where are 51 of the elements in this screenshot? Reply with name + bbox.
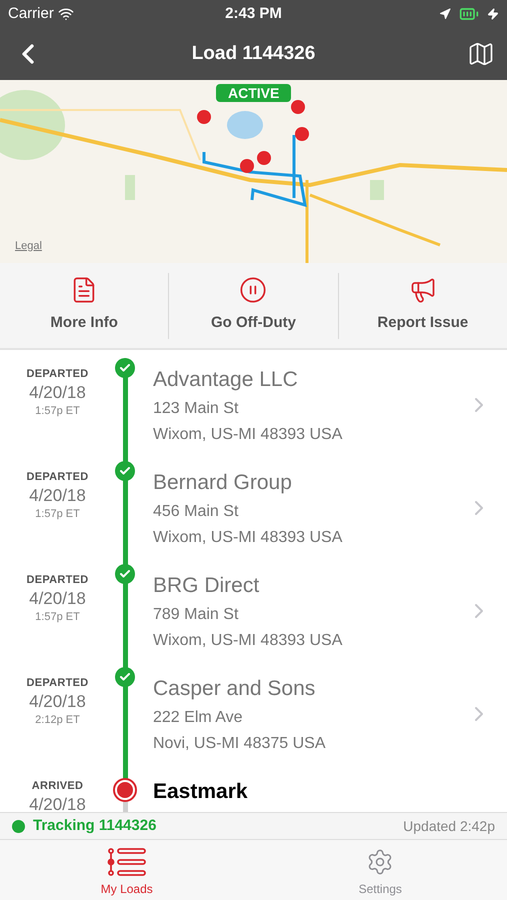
address-line: 456 Main St	[153, 502, 240, 522]
date-label: 4/20/18	[29, 588, 86, 608]
check-icon	[115, 667, 135, 687]
wifi-icon	[58, 6, 74, 22]
date-label: 4/20/18	[29, 486, 86, 506]
location-icon	[439, 8, 451, 20]
address-line: 123 Main St	[153, 398, 240, 418]
check-icon	[115, 358, 135, 378]
time-label: 1:57p ET	[35, 610, 80, 624]
date-label: 4/20/18	[29, 382, 86, 402]
date-label: 4/20/18	[29, 794, 86, 812]
stop-name: Casper and Sons	[153, 676, 316, 702]
time-label: 1:57p ET	[35, 404, 80, 418]
address-line: Wixom, US-MI 48393 USA	[153, 630, 344, 650]
time-label: 2:12p ET	[35, 712, 80, 728]
address-line: Wixom, US-MI 48393 USA	[153, 424, 344, 444]
status-badge: ACTIVE	[216, 84, 292, 102]
check-icon	[115, 461, 135, 481]
map-button[interactable]	[467, 40, 495, 68]
list-icon	[106, 848, 147, 876]
pause-icon	[239, 276, 268, 304]
status-label: DEPARTED	[26, 470, 88, 485]
status-label: DEPARTED	[26, 573, 88, 588]
nav-title: Load 1144326	[192, 42, 316, 66]
clock: 2:43 PM	[225, 4, 282, 24]
arrived-marker-icon	[113, 778, 137, 802]
status-label: DEPARTED	[26, 676, 88, 691]
status-label: DEPARTED	[26, 367, 88, 382]
action-button[interactable]: Report Issue	[338, 276, 507, 335]
stop-name: Bernard Group	[153, 470, 293, 496]
megaphone-icon	[408, 276, 437, 304]
tab-item[interactable]: My Loads	[0, 840, 254, 900]
check-icon	[115, 564, 135, 584]
carrier-label: Carrier	[8, 4, 54, 24]
time-label: 1:57p ET	[35, 506, 80, 522]
updated-label: Updated 2:42p	[403, 816, 495, 836]
stop-name: Advantage LLC	[153, 367, 299, 393]
date-label: 4/20/18	[29, 692, 86, 712]
address-line: 222 Elm Ave	[153, 708, 244, 728]
charging-icon	[487, 8, 499, 20]
action-button[interactable]: More Info	[0, 276, 168, 335]
map-icon	[467, 40, 495, 68]
tracking-label: Tracking 1144326	[33, 816, 156, 836]
legal-link[interactable]: Legal	[15, 238, 42, 254]
status-label: ARRIVED	[32, 779, 84, 794]
address-line: Wixom, US-MI 48393 USA	[153, 528, 344, 548]
stop-name: Eastmark	[153, 779, 249, 805]
action-button[interactable]: Go Off-Duty	[169, 276, 338, 335]
address-line: Novi, US-MI 48375 USA	[153, 734, 327, 754]
address-line: 789 Main St	[153, 604, 240, 624]
stop-name: BRG Direct	[153, 573, 260, 599]
